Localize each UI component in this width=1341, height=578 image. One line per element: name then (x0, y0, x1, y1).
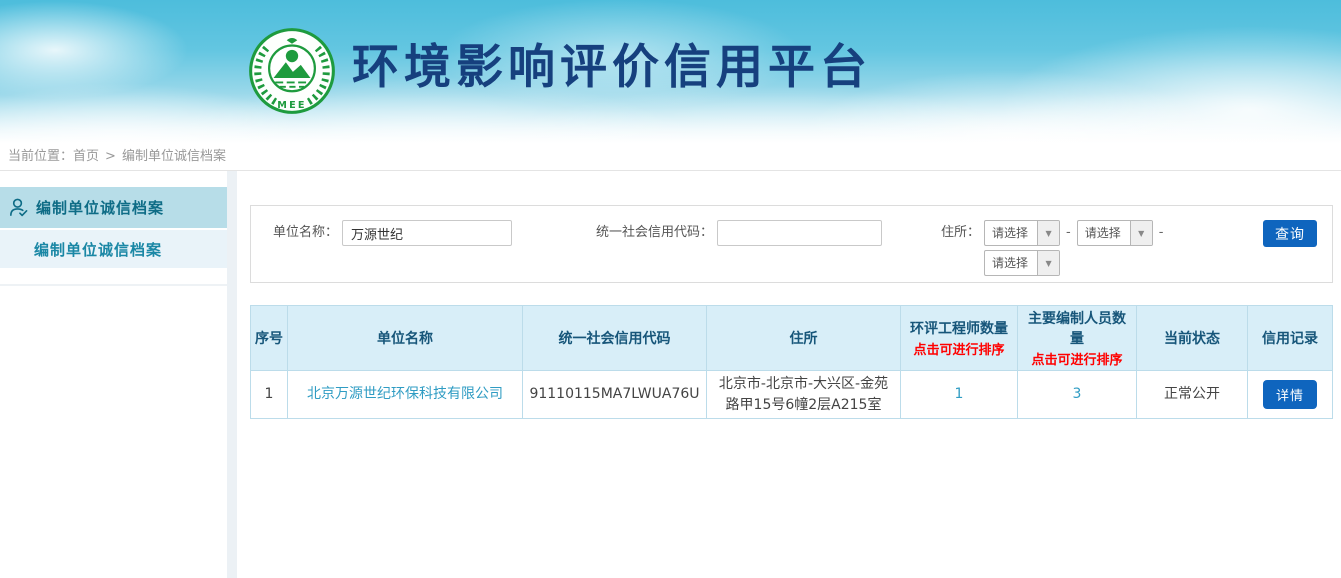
credit-code-label: 统一社会信用代码： (596, 220, 713, 246)
breadcrumb-prefix: 当前位置： (8, 149, 73, 164)
address-label: 住所： (941, 220, 980, 246)
sort-hint: 点击可进行排序 (905, 339, 1013, 358)
sidebar-divider (0, 284, 227, 286)
chevron-down-icon: ▼ (1037, 221, 1059, 245)
sort-hint: 点击可进行排序 (1022, 349, 1132, 368)
breadcrumb-current: 编制单位诚信档案 (122, 149, 226, 164)
breadcrumb-separator: > (105, 149, 116, 164)
sidebar: 编制单位诚信档案 编制单位诚信档案 (0, 171, 227, 578)
table-header-row: 序号 单位名称 统一社会信用代码 住所 环评工程师数量 点击可进行排序 主要编制… (251, 306, 1333, 371)
unit-name-input[interactable] (342, 220, 512, 246)
credit-code-input[interactable] (717, 220, 882, 246)
table-row: 1 北京万源世纪环保科技有限公司 91110115MA7LWUA76U 北京市-… (251, 371, 1333, 419)
user-check-icon (8, 197, 29, 218)
dash-separator: - (1159, 220, 1164, 246)
credit-code-cell: 91110115MA7LWUA76U (523, 371, 707, 419)
row-index: 1 (251, 371, 288, 419)
detail-button[interactable]: 详情 (1263, 380, 1317, 409)
chevron-down-icon: ▼ (1037, 251, 1059, 275)
unit-name-label: 单位名称： (273, 220, 338, 246)
vertical-divider (227, 171, 237, 578)
content-area: 编制单位诚信档案 编制单位诚信档案 单位名称： 统一社会信用代码： 住所： 请选… (0, 171, 1341, 578)
main-panel: 单位名称： 统一社会信用代码： 住所： 请选择 ▼ - 请选择 ▼ (237, 171, 1341, 578)
sidebar-item-label: 编制单位诚信档案 (36, 197, 164, 218)
status-cell: 正常公开 (1137, 371, 1248, 419)
svg-text:MEE: MEE (277, 100, 306, 111)
city-select[interactable]: 请选择 ▼ (1077, 220, 1153, 246)
dash-separator: - (1066, 220, 1071, 246)
col-header-credit-record: 信用记录 (1248, 306, 1333, 371)
col-header-credit-code: 统一社会信用代码 (523, 306, 707, 371)
address-cell: 北京市-北京市-大兴区-金苑路甲15号6幢2层A215室 (707, 371, 901, 419)
query-button[interactable]: 查询 (1263, 220, 1317, 247)
breadcrumb: 当前位置：首页 > 编制单位诚信档案 (0, 143, 1341, 171)
col-header-address: 住所 (707, 306, 901, 371)
province-select[interactable]: 请选择 ▼ (984, 220, 1060, 246)
company-name-link[interactable]: 北京万源世纪环保科技有限公司 (307, 386, 503, 402)
site-header: MEE 环境影响评价信用平台 (0, 0, 1341, 143)
col-header-status: 当前状态 (1137, 306, 1248, 371)
search-form: 单位名称： 统一社会信用代码： 住所： 请选择 ▼ - 请选择 ▼ (250, 205, 1333, 283)
col-header-index: 序号 (251, 306, 288, 371)
address-selects: 请选择 ▼ - 请选择 ▼ - 请选择 ▼ (984, 220, 1169, 276)
col-header-staff-count-sort[interactable]: 主要编制人员数量 点击可进行排序 (1018, 306, 1137, 371)
col-header-unit-name: 单位名称 (288, 306, 523, 371)
results-table: 序号 单位名称 统一社会信用代码 住所 环评工程师数量 点击可进行排序 主要编制… (250, 305, 1333, 419)
staff-count-link[interactable]: 3 (1073, 386, 1082, 402)
page-title: 环境影响评价信用平台 (352, 40, 872, 96)
mee-logo-icon: MEE (248, 25, 336, 117)
sidebar-subitem-unit-credit-archive[interactable]: 编制单位诚信档案 (0, 230, 227, 268)
chevron-down-icon: ▼ (1130, 221, 1152, 245)
engineer-count-link[interactable]: 1 (955, 386, 964, 402)
sidebar-item-unit-credit-archive[interactable]: 编制单位诚信档案 (0, 187, 227, 228)
breadcrumb-home-link[interactable]: 首页 (73, 149, 99, 164)
sidebar-subitem-label: 编制单位诚信档案 (34, 239, 162, 260)
district-select[interactable]: 请选择 ▼ (984, 250, 1060, 276)
col-header-engineer-count-sort[interactable]: 环评工程师数量 点击可进行排序 (901, 306, 1018, 371)
